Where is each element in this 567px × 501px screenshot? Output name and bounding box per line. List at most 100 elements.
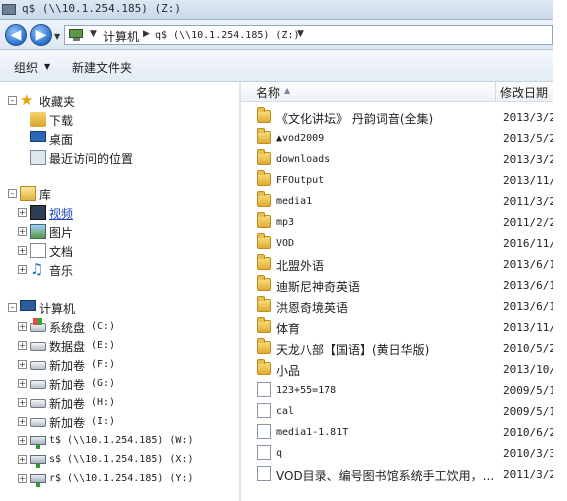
folder-row[interactable]: mp3 2011/2/23	[241, 212, 553, 233]
folder-row[interactable]: 体育 2013/11/1	[241, 317, 553, 338]
tree-drive[interactable]: + 数据盘 (E:)	[0, 337, 236, 356]
tree-label: 计算机	[39, 302, 76, 316]
address-bar-area: ◀ ▶ ▼ ▼ 计算机 ▶ q$ (\\10.1.254.185) (Z:) ▼	[0, 20, 553, 50]
collapse-icon[interactable]: –	[8, 96, 17, 105]
folder-row[interactable]: media1 2011/3/24	[241, 191, 553, 212]
tree-item-documents[interactable]: + 文档	[0, 242, 230, 261]
file-icon	[257, 382, 271, 397]
folder-row[interactable]: 迪斯尼神奇英语 2013/6/18	[241, 275, 553, 296]
window-edge	[553, 0, 567, 501]
item-name: cal	[276, 406, 295, 417]
expand-icon[interactable]: +	[18, 341, 27, 350]
collapse-icon[interactable]: –	[8, 303, 17, 312]
item-modified-date: 2010/5/28	[503, 342, 553, 355]
folder-row[interactable]: 天龙八部【国语】(黄日华版) 2010/5/28	[241, 338, 553, 359]
drive-letter: (C:)	[91, 321, 116, 332]
tree-item-downloads[interactable]: 下载	[0, 111, 230, 130]
expand-icon[interactable]: +	[18, 379, 27, 388]
tree-network-drive[interactable]: + r$ (\\10.1.254.185) (Y:)	[0, 470, 236, 489]
drive-letter: (G:)	[91, 378, 116, 389]
tree-drive[interactable]: + 新加卷 (F:)	[0, 356, 236, 375]
tree-drive[interactable]: + 新加卷 (G:)	[0, 375, 236, 394]
chevron-down-icon[interactable]: ▼	[44, 62, 50, 71]
expand-icon[interactable]: +	[18, 322, 27, 331]
item-modified-date: 2013/3/29	[503, 153, 553, 166]
folder-row[interactable]: 《文化讲坛》 丹韵词音(全集) 2013/3/29	[241, 107, 553, 128]
arrow-left-icon: ◀	[10, 27, 22, 43]
expand-icon[interactable]: +	[18, 246, 27, 255]
folder-row[interactable]: 北盟外语 2013/6/18	[241, 254, 553, 275]
pictures-library-icon	[30, 224, 46, 239]
file-row[interactable]: media1-1.81T 2010/6/28	[241, 422, 553, 443]
new-folder-button[interactable]: 新建文件夹	[72, 59, 132, 76]
window-titlebar: q$ (\\10.1.254.185) (Z:)	[0, 0, 553, 20]
folder-row[interactable]: 洪恩奇境英语 2013/6/18	[241, 296, 553, 317]
breadcrumb-current-drive[interactable]: q$ (\\10.1.254.185) (Z:)	[155, 30, 300, 41]
expand-icon[interactable]: +	[18, 474, 27, 483]
expand-icon[interactable]: +	[18, 265, 27, 274]
folder-row[interactable]: 小品 2013/10/2	[241, 359, 553, 380]
breadcrumb-computer[interactable]: 计算机	[103, 28, 139, 45]
expand-icon[interactable]: +	[18, 417, 27, 426]
tree-favorites[interactable]: – ★ 收藏夹	[0, 92, 230, 111]
chevron-down-icon[interactable]: ▼	[90, 29, 97, 39]
documents-library-icon	[30, 243, 46, 258]
address-box[interactable]: ▼ 计算机 ▶ q$ (\\10.1.254.185) (Z:) ▼	[64, 25, 553, 45]
forward-button[interactable]: ▶	[30, 24, 52, 46]
item-name: ▲vod2009	[276, 133, 325, 144]
item-name: 小品	[276, 364, 301, 378]
folder-row[interactable]: downloads 2013/3/29	[241, 149, 553, 170]
tree-network-drive[interactable]: + s$ (\\10.1.254.185) (X:)	[0, 451, 236, 470]
tree-item-music[interactable]: + ♫ 音乐	[0, 261, 230, 280]
item-name: 北盟外语	[276, 259, 325, 273]
tree-drive[interactable]: + 系统盘 (C:)	[0, 318, 236, 337]
expand-icon[interactable]: +	[18, 227, 27, 236]
file-row[interactable]: cal 2009/5/16	[241, 401, 553, 422]
expand-icon[interactable]: +	[18, 208, 27, 217]
drive-letter: (I:)	[91, 416, 116, 427]
tree-drive[interactable]: + 新加卷 (H:)	[0, 394, 236, 413]
tree-computer[interactable]: – 计算机	[0, 299, 230, 318]
folder-icon	[257, 128, 271, 144]
folder-icon	[257, 296, 271, 312]
organize-button[interactable]: 组织	[14, 59, 38, 76]
column-header-name[interactable]: 名称	[256, 84, 280, 101]
file-row[interactable]: q 2010/3/31	[241, 443, 553, 464]
expand-icon[interactable]: +	[18, 455, 27, 464]
item-modified-date: 2013/6/18	[503, 300, 553, 313]
tree-item-videos[interactable]: + 视频	[0, 204, 230, 223]
file-row[interactable]: VOD目录、编号图书馆系统手工饮用，... 2011/3/24	[241, 464, 553, 485]
tree-label: 图片	[49, 226, 74, 240]
tree-item-pictures[interactable]: + 图片	[0, 223, 230, 242]
tree-libraries[interactable]: – 库	[0, 185, 230, 204]
folder-row[interactable]: ▲vod2009 2013/5/28	[241, 128, 553, 149]
folder-icon	[257, 254, 271, 270]
folder-row[interactable]: FFOutput 2013/11/1	[241, 170, 553, 191]
tree-network-drive[interactable]: + t$ (\\10.1.254.185) (W:)	[0, 432, 236, 451]
item-name: downloads	[276, 154, 331, 165]
item-name: 迪斯尼神奇英语	[276, 280, 361, 294]
tree-item-recent[interactable]: 最近访问的位置	[0, 149, 230, 168]
expand-icon[interactable]: +	[18, 398, 27, 407]
tree-item-desktop[interactable]: 桌面	[0, 130, 230, 149]
chevron-right-icon[interactable]: ▼	[297, 29, 304, 39]
folder-icon	[257, 317, 271, 333]
tree-drive[interactable]: + 新加卷 (I:)	[0, 413, 236, 432]
back-button[interactable]: ◀	[5, 24, 27, 46]
file-row[interactable]: 123+55=178 2009/5/16	[241, 380, 553, 401]
item-modified-date: 2016/11/1	[503, 237, 553, 250]
chevron-right-icon[interactable]: ▶	[143, 29, 150, 39]
drive-name: r$ (\\10.1.254.185) (Y:)	[49, 473, 194, 484]
item-name: 《文化讲坛》 丹韵词音(全集)	[276, 112, 434, 126]
collapse-icon[interactable]: –	[8, 189, 17, 198]
column-header-date[interactable]: 修改日期	[500, 84, 548, 101]
sort-ascending-icon: ▲	[284, 86, 291, 95]
expand-icon[interactable]: +	[18, 360, 27, 369]
column-divider[interactable]	[495, 82, 496, 102]
history-dropdown-icon[interactable]: ▼	[54, 32, 60, 41]
item-name: FFOutput	[276, 175, 325, 186]
navigation-pane: – ★ 收藏夹 下载 桌面 最近访问的位置 – 库 + 视频 + 图片 + 文档…	[0, 82, 239, 501]
expand-icon[interactable]: +	[18, 436, 27, 445]
folder-row[interactable]: VOD 2016/11/1	[241, 233, 553, 254]
drive-name: 数据盘	[49, 340, 86, 354]
